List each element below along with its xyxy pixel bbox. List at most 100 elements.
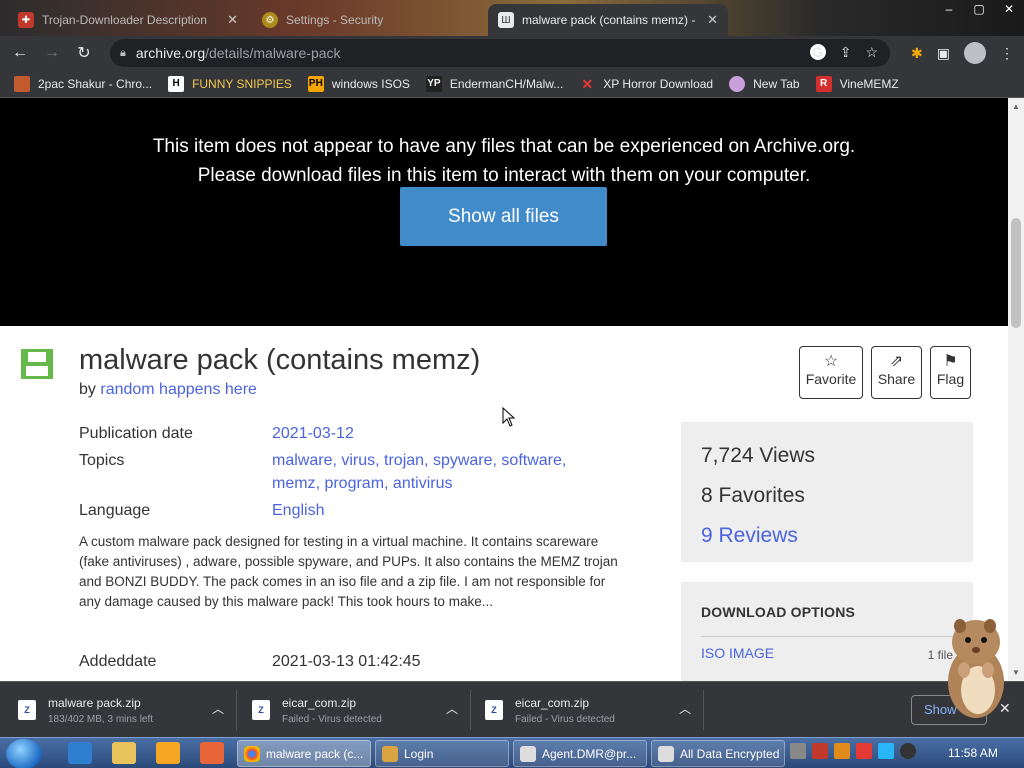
bookmark-windows-isos[interactable]: PH windows ISOS bbox=[307, 75, 410, 92]
tab-malware-pack[interactable]: Ш malware pack (contains memz) - ✕ bbox=[488, 4, 728, 36]
tray-app-icon[interactable] bbox=[790, 743, 806, 759]
tray-settings-icon[interactable] bbox=[834, 743, 850, 759]
h-logo-icon: H bbox=[168, 75, 185, 92]
internet-explorer-icon[interactable] bbox=[68, 742, 92, 764]
flag-button[interactable]: ⚑ Flag bbox=[930, 346, 971, 399]
topic-link[interactable]: virus bbox=[341, 452, 375, 469]
zip-file-icon: Z bbox=[485, 700, 503, 720]
media-player-icon[interactable] bbox=[156, 742, 180, 764]
taskbar-agent-window[interactable]: Agent.DMR@pr... bbox=[513, 740, 647, 767]
share-button[interactable]: ⇗ Share bbox=[871, 346, 922, 399]
share-page-icon[interactable]: ⇪ bbox=[840, 44, 852, 61]
globe-icon bbox=[729, 75, 746, 92]
minimize-icon[interactable]: – bbox=[934, 0, 964, 20]
google-icon[interactable]: G bbox=[809, 44, 826, 60]
topics-list: malware, virus, trojan, spyware, softwar… bbox=[272, 452, 567, 492]
zip-file-icon: Z bbox=[18, 700, 36, 720]
item-metadata: Publication date 2021-03-12 Topics malware… bbox=[79, 422, 592, 526]
tray-v-icon[interactable] bbox=[812, 743, 828, 759]
window-icon bbox=[520, 745, 536, 762]
no-preview-panel: This item does not appear to have any fi… bbox=[0, 98, 1008, 326]
flag-icon: ⚑ bbox=[943, 353, 958, 370]
chevron-up-icon[interactable]: ︿ bbox=[679, 700, 691, 717]
show-all-files-button[interactable]: Show all files bbox=[400, 187, 607, 246]
share-icon: ⇗ bbox=[889, 353, 904, 370]
taskbar-clock[interactable]: 11:58 AM bbox=[948, 746, 998, 760]
system-tray bbox=[790, 743, 916, 759]
folder-icon[interactable] bbox=[112, 742, 136, 764]
topic-link[interactable]: spyware bbox=[433, 452, 493, 469]
download-item[interactable]: Z eicar_com.zip Failed - Virus detected ︿ bbox=[485, 690, 691, 730]
topic-link[interactable]: memz bbox=[272, 475, 316, 492]
download-item[interactable]: Z eicar_com.zip Failed - Virus detected ︿ bbox=[252, 690, 458, 730]
reload-icon[interactable]: ↻ bbox=[68, 43, 100, 63]
tray-network-icon[interactable] bbox=[878, 743, 894, 759]
favorites-count: 8 Favorites bbox=[701, 484, 805, 507]
browser-toolbar: ← → ↻ 🔒︎ archive.org/details/malware-pac… bbox=[0, 36, 1024, 70]
views-count: 7,724 Views bbox=[701, 444, 816, 467]
page-viewport: This item does not appear to have any fi… bbox=[0, 98, 1008, 681]
favorite-button[interactable]: ☆ Favorite bbox=[799, 346, 863, 399]
extensions-icon[interactable]: ✱ bbox=[911, 45, 923, 62]
bookmarks-bar: 2pac Shakur - Chro... H FUNNY SNIPPIES PH… bbox=[0, 70, 1024, 98]
bookmark-favicon-icon bbox=[14, 75, 30, 92]
scroll-down-icon[interactable]: ▼ bbox=[1012, 668, 1020, 677]
bookmark-2pac[interactable]: 2pac Shakur - Chro... bbox=[14, 75, 152, 92]
topic-link[interactable]: software bbox=[501, 452, 561, 469]
profile-avatar[interactable] bbox=[964, 42, 986, 64]
scroll-up-icon[interactable]: ▲ bbox=[1012, 102, 1020, 111]
scrollbar-thumb[interactable] bbox=[1011, 218, 1021, 328]
bookmark-funny-snippies[interactable]: H FUNNY SNIPPIES bbox=[168, 75, 292, 92]
download-bar: Z malware pack.zip 183/402 MB, 3 mins lef… bbox=[0, 681, 1024, 737]
start-button[interactable] bbox=[6, 739, 42, 768]
taskbar-login-window[interactable]: Login bbox=[375, 740, 509, 767]
tab-trojan-description[interactable]: ✚ Trojan-Downloader Description ✕ bbox=[8, 4, 248, 36]
taskbar-encrypted-window[interactable]: All Data Encrypted bbox=[651, 740, 785, 767]
iso-image-link[interactable]: ISO IMAGE bbox=[701, 645, 774, 662]
yp-logo-icon: YP bbox=[425, 75, 442, 92]
zip-file-icon: Z bbox=[252, 700, 270, 720]
author-link[interactable]: random happens here bbox=[100, 381, 257, 398]
address-bar[interactable]: 🔒︎ archive.org/details/malware-pack G ⇪ … bbox=[110, 39, 890, 67]
paint-icon[interactable] bbox=[200, 742, 224, 764]
bookmark-star-icon[interactable]: ☆ bbox=[865, 44, 878, 61]
url-path: /details/malware-pack bbox=[205, 45, 341, 61]
topic-link[interactable]: trojan bbox=[384, 452, 424, 469]
side-panel-icon[interactable]: ▣ bbox=[937, 45, 950, 62]
bookmark-endermanch[interactable]: YP EndermanCH/Malw... bbox=[425, 75, 563, 92]
bookmark-vinememz[interactable]: R VineMEMZ bbox=[815, 75, 899, 92]
hamster-desktop-pet[interactable] bbox=[940, 612, 1010, 722]
window-icon bbox=[658, 745, 674, 762]
x-logo-icon: ✕ bbox=[581, 75, 594, 92]
close-tab-icon[interactable]: ✕ bbox=[707, 12, 718, 28]
bookmark-new-tab[interactable]: New Tab bbox=[729, 75, 800, 92]
chrome-icon bbox=[244, 745, 260, 762]
lock-icon: 🔒︎ bbox=[120, 46, 126, 59]
menu-icon[interactable]: ⋮ bbox=[1000, 45, 1014, 62]
tray-flag-icon[interactable] bbox=[856, 743, 872, 759]
download-item[interactable]: Z malware pack.zip 183/402 MB, 3 mins lef… bbox=[18, 690, 224, 730]
notice-line-1: This item does not appear to have any fi… bbox=[152, 136, 856, 157]
mouse-cursor-icon bbox=[502, 407, 516, 427]
forward-icon[interactable]: → bbox=[36, 44, 68, 62]
topic-link[interactable]: malware bbox=[272, 452, 332, 469]
maximize-icon[interactable]: ▢ bbox=[964, 0, 994, 20]
topic-link[interactable]: antivirus bbox=[393, 475, 453, 492]
publication-date-link[interactable]: 2021-03-12 bbox=[272, 425, 354, 442]
bookmark-xp-horror[interactable]: ✕ XP Horror Download bbox=[579, 76, 713, 92]
download-options: DOWNLOAD OPTIONS ISO IMAGE 1 file bbox=[681, 582, 973, 681]
close-tab-icon[interactable]: ✕ bbox=[227, 12, 238, 28]
ph-logo-icon: PH bbox=[307, 75, 324, 92]
tab-settings-security[interactable]: ⚙ Settings - Security bbox=[252, 4, 484, 36]
archive-icon: Ш bbox=[498, 12, 514, 28]
chevron-up-icon[interactable]: ︿ bbox=[212, 700, 224, 717]
back-icon[interactable]: ← bbox=[4, 44, 36, 62]
language-link[interactable]: English bbox=[272, 502, 324, 519]
topic-link[interactable]: program bbox=[324, 475, 384, 492]
taskbar-chrome-window[interactable]: malware pack (c... bbox=[237, 740, 371, 767]
close-window-icon[interactable]: ✕ bbox=[994, 0, 1024, 20]
tray-volume-icon[interactable] bbox=[900, 743, 916, 759]
reviews-link[interactable]: 9 Reviews bbox=[701, 516, 953, 556]
chevron-up-icon[interactable]: ︿ bbox=[446, 700, 458, 717]
page-scrollbar[interactable]: ▲ ▼ bbox=[1008, 98, 1024, 681]
